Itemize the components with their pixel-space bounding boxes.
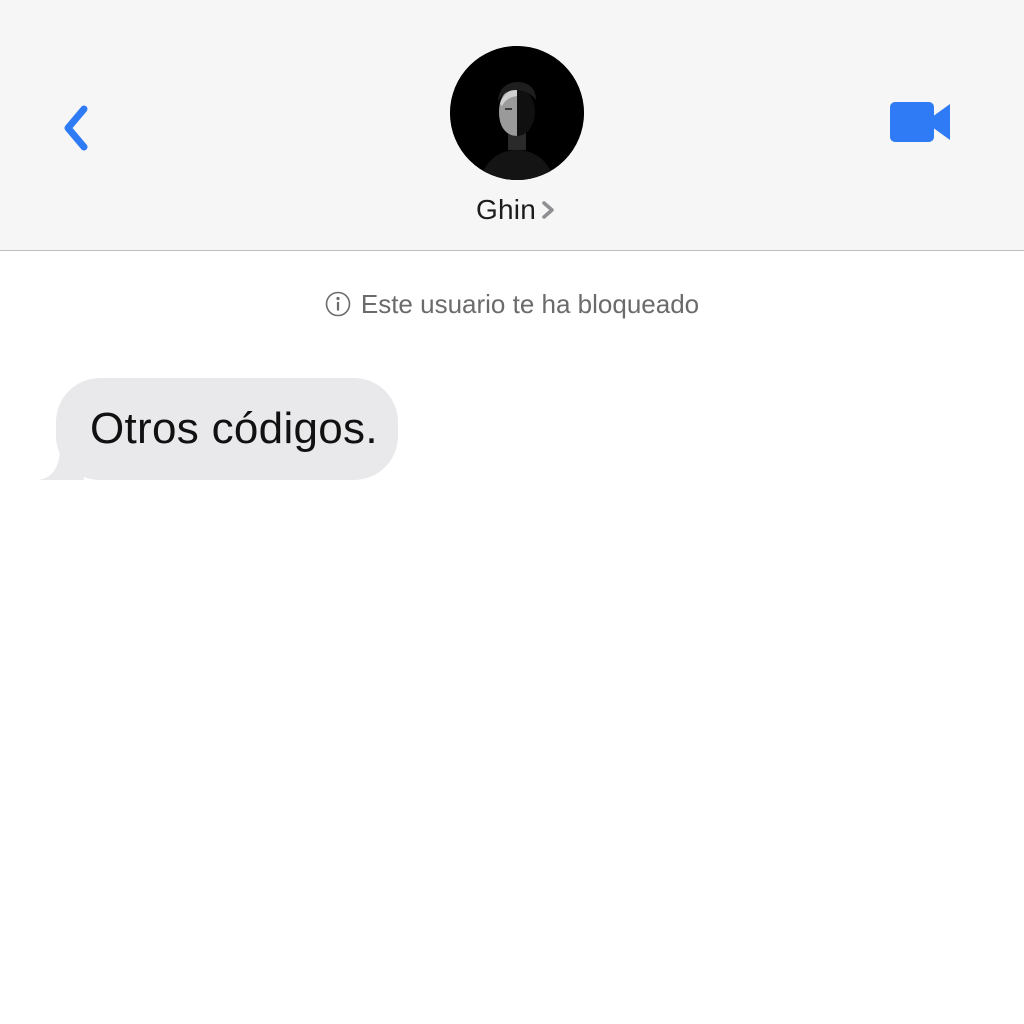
blocked-notice-text: Este usuario te ha bloqueado [360,288,700,319]
info-icon [325,291,351,317]
chevron-right-icon [538,198,558,222]
back-button[interactable] [50,100,100,160]
conversation-header: Ghin [0,0,1024,251]
message-bubble: Otros códigos. [56,378,398,480]
blocked-notice: Este usuario te ha bloqueado [0,284,1024,324]
avatar-photo [450,46,584,180]
message-text: Otros códigos. [90,404,378,453]
contact-name-button[interactable]: Ghin [412,190,622,230]
message-incoming[interactable]: Otros códigos. [34,378,454,482]
avatar[interactable] [450,46,584,180]
video-call-button[interactable] [880,96,960,152]
contact-name: Ghin [476,194,536,225]
video-camera-icon [888,100,952,149]
chevron-left-icon [58,103,92,158]
